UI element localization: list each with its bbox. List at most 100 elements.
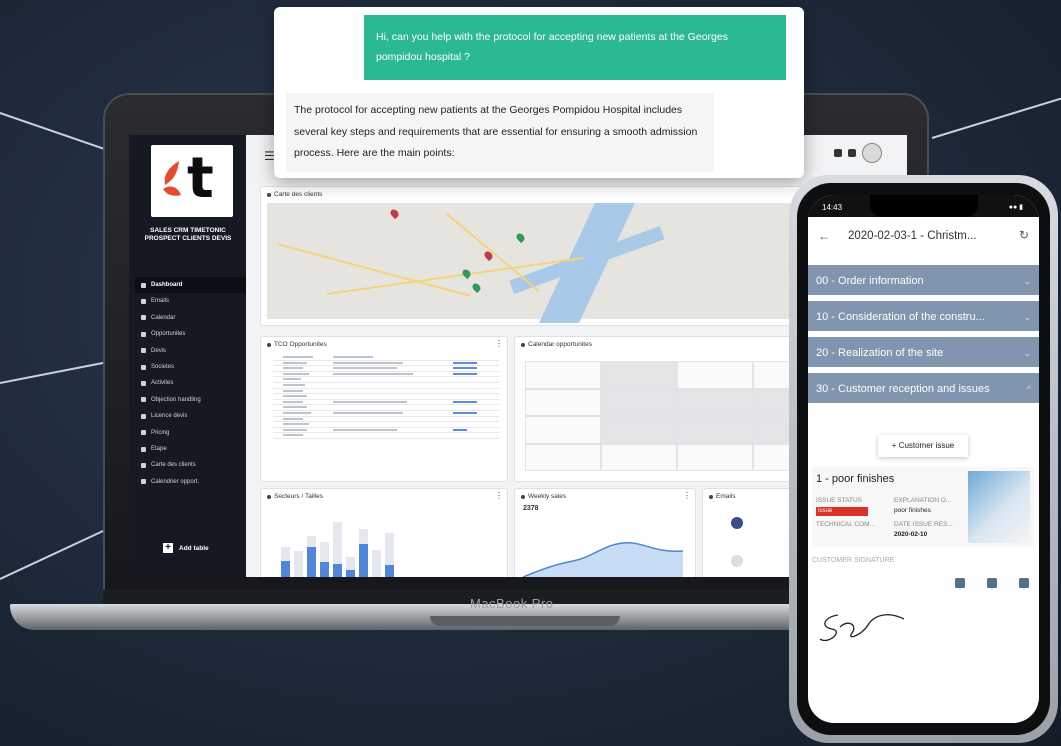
calendar-day[interactable] xyxy=(601,361,677,389)
explanation-value: poor finishes xyxy=(894,507,931,514)
issue-title: 1 - poor finishes xyxy=(816,473,895,485)
sidebar-item-opportunites[interactable]: Opportunites xyxy=(135,326,246,342)
issue-card[interactable]: 1 - poor finishes ISSUE STATUS Issue EXP… xyxy=(812,467,1034,547)
sidebar-item-societes[interactable]: Societes xyxy=(135,359,246,375)
bar-value xyxy=(307,546,316,577)
bar[interactable] xyxy=(333,515,342,577)
card-dot-icon xyxy=(521,342,525,347)
card-title: Emails xyxy=(716,493,736,500)
app-logo: t xyxy=(151,145,233,217)
chevron-down-icon: ⌄ xyxy=(1023,348,1031,358)
sidebar-item-pricing[interactable]: Pricing xyxy=(135,425,246,441)
secteurs-card: Secteurs / Tailles ⋮ xyxy=(261,489,507,577)
connector-line xyxy=(0,528,108,580)
bar[interactable] xyxy=(307,515,316,577)
sidebar-item-calendar[interactable]: Calendar xyxy=(135,310,246,326)
map-pin[interactable] xyxy=(514,231,527,244)
sidebar-item-devis[interactable]: Devis xyxy=(135,343,246,359)
bar[interactable] xyxy=(372,515,381,577)
sidebar-item-emails[interactable]: Emails xyxy=(135,293,246,309)
calendar-day[interactable] xyxy=(677,443,753,471)
signature-tools xyxy=(955,578,1029,588)
sidebar-item-licence[interactable]: Licence devis xyxy=(135,408,246,424)
table-row[interactable] xyxy=(273,433,499,439)
section-order-information[interactable]: 00 - Order information ⌄ xyxy=(808,265,1039,298)
weekly-sales-value: 2378 xyxy=(523,505,539,512)
calendar-day[interactable] xyxy=(525,443,601,471)
sidebar-item-carte[interactable]: Carte des clients xyxy=(135,457,246,473)
map-pin[interactable] xyxy=(388,207,401,220)
signal-icon: ●● ▮ xyxy=(1008,204,1023,211)
refresh-icon[interactable]: ↻ xyxy=(1019,228,1029,242)
bar-total xyxy=(372,550,381,577)
bar[interactable] xyxy=(359,515,368,577)
chat-icon[interactable] xyxy=(848,149,856,157)
bar-value xyxy=(346,569,355,577)
more-icon[interactable]: ⋮ xyxy=(495,339,503,348)
section-customer-reception[interactable]: 30 - Customer reception and issues ^ xyxy=(808,373,1039,406)
calendar-day[interactable] xyxy=(601,388,677,416)
bar-total xyxy=(294,551,303,577)
calendar-icon xyxy=(141,479,146,485)
pen-icon[interactable] xyxy=(955,578,965,588)
card-title: Secteurs / Tailles xyxy=(274,493,324,500)
calendar-day[interactable] xyxy=(525,416,601,444)
logo-letter: t xyxy=(187,146,214,211)
connector-line xyxy=(931,97,1061,139)
bar[interactable] xyxy=(385,515,394,577)
app-name: SALES CRM TIMETONIC PROSPECT CLIENTS DEV… xyxy=(144,227,232,242)
email-avatar[interactable] xyxy=(731,555,743,567)
chevron-up-icon: ^ xyxy=(1026,384,1031,394)
tco-card: TCO Opportunites ⋮ xyxy=(261,337,507,481)
calendar-day[interactable] xyxy=(525,361,601,389)
bar-value xyxy=(320,561,329,577)
grid-icon xyxy=(141,430,146,436)
eraser-icon[interactable] xyxy=(1019,578,1029,588)
map-pin[interactable] xyxy=(470,281,483,294)
add-customer-issue-button[interactable]: + Customer issue xyxy=(878,435,968,457)
sidebar-item-objection[interactable]: Objection handling xyxy=(135,392,246,408)
calendar-day[interactable] xyxy=(525,388,601,416)
section-realization[interactable]: 20 - Realization of the site ⌄ xyxy=(808,337,1039,370)
chat-window: Hi, can you help with the protocol for a… xyxy=(274,7,804,178)
activity-icon xyxy=(141,381,146,387)
bar[interactable] xyxy=(281,515,290,577)
bar[interactable] xyxy=(294,515,303,577)
sidebar-item-calendrier[interactable]: Calendrier opport. xyxy=(135,474,246,490)
tco-table xyxy=(273,355,499,439)
bell-icon[interactable] xyxy=(834,149,842,157)
calendar-day[interactable] xyxy=(677,388,753,416)
issue-photo[interactable] xyxy=(968,471,1030,543)
calendar-day[interactable] xyxy=(601,416,677,444)
calendar-day[interactable] xyxy=(677,361,753,389)
card-dot-icon xyxy=(709,494,713,499)
section-consideration[interactable]: 10 - Consideration of the constru... ⌄ xyxy=(808,301,1039,334)
user-message: Hi, can you help with the protocol for a… xyxy=(364,15,786,80)
filter-icon xyxy=(141,331,146,337)
add-table-button[interactable]: + Add table xyxy=(163,543,209,553)
card-dot-icon xyxy=(267,342,271,347)
calendar-day[interactable] xyxy=(677,416,753,444)
phone-header: ← 2020-02-03-1 - Christm... ↻ xyxy=(808,217,1039,257)
explanation-label: EXPLANATION O... xyxy=(894,497,952,504)
map-pin[interactable] xyxy=(460,267,473,280)
date-value: 2020-02-10 xyxy=(894,531,928,538)
building-icon xyxy=(141,364,146,370)
sidebar-nav: Dashboard Emails Calendar Opportunites D… xyxy=(135,277,246,490)
sidebar-item-etape[interactable]: Etape xyxy=(135,441,246,457)
calendar-day[interactable] xyxy=(601,443,677,471)
sidebar-item-dashboard[interactable]: Dashboard xyxy=(135,277,246,294)
camera-icon[interactable] xyxy=(987,578,997,588)
sidebar-item-activites[interactable]: Activites xyxy=(135,375,246,391)
avatar[interactable] xyxy=(862,143,882,163)
email-avatar[interactable] xyxy=(731,517,743,529)
bar[interactable] xyxy=(320,515,329,577)
bar[interactable] xyxy=(346,515,355,577)
signature-drawing xyxy=(819,614,905,642)
back-arrow-icon[interactable]: ← xyxy=(818,229,830,243)
more-icon[interactable]: ⋮ xyxy=(495,491,503,500)
bar-value xyxy=(333,564,342,577)
laptop-brand: MacBook Pro xyxy=(470,596,554,611)
more-icon[interactable]: ⋮ xyxy=(683,491,691,500)
card-dot-icon xyxy=(521,494,525,499)
